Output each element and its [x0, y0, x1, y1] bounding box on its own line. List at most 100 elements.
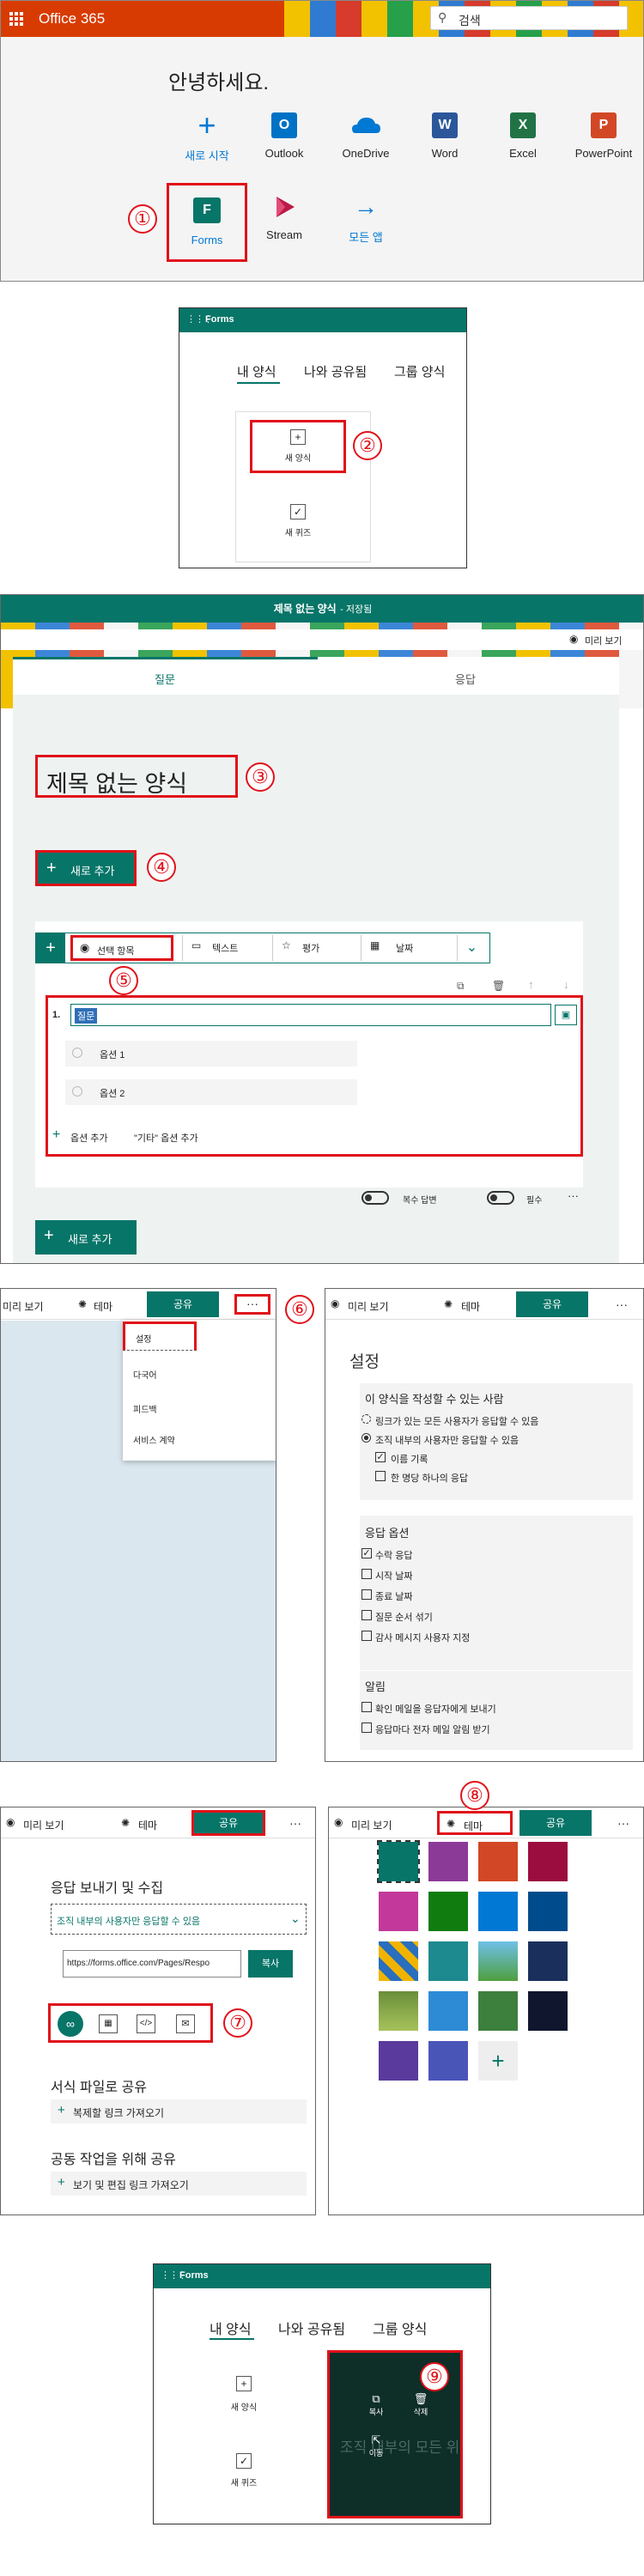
share-button[interactable]: 공유 — [519, 1810, 592, 1836]
checkbox-icon[interactable] — [361, 1722, 372, 1733]
collab-link-button[interactable]: + 보기 및 편집 링크 가져오기 — [51, 2172, 307, 2196]
copy-action[interactable]: ⧉ 복사 — [359, 2392, 393, 2417]
more-button[interactable]: ··· — [234, 1294, 270, 1315]
theme-image-1[interactable] — [379, 1941, 418, 1981]
question-input[interactable]: 질문 — [70, 1004, 551, 1026]
checkbox-icon[interactable] — [361, 1702, 372, 1712]
tab-responses[interactable]: 응답 — [455, 671, 476, 687]
copy-button[interactable]: 복사 — [248, 1950, 293, 1978]
new-form-button[interactable]: + 새 양식 — [250, 420, 346, 473]
type-choice[interactable]: ◉ 선택 항목 — [70, 935, 173, 961]
add-new-button[interactable]: + 새로 추가 — [35, 850, 137, 886]
preview-button[interactable]: 미리 보기 — [348, 1299, 389, 1314]
tab-shared-with-me[interactable]: 나와 공유됨 — [304, 362, 367, 380]
theme-image-3[interactable] — [478, 1941, 518, 1981]
url-field[interactable]: https://forms.office.com/Pages/Respo — [63, 1950, 241, 1978]
add-new-button-bottom[interactable]: + 새로 추가 — [35, 1220, 137, 1255]
app-excel[interactable]: X Excel — [489, 112, 557, 173]
share-button[interactable]: 공유 — [147, 1291, 219, 1317]
qr-code-icon[interactable]: ▦ — [99, 2014, 118, 2033]
checkbox-icon[interactable] — [361, 1569, 372, 1579]
preview-button[interactable]: 미리 보기 — [3, 1299, 44, 1314]
arrow-up-icon[interactable]: ↑ — [528, 978, 534, 991]
theme-button[interactable]: ✺ 테마 — [437, 1811, 513, 1835]
preview-button[interactable]: 미리 보기 — [23, 1818, 64, 1832]
type-date[interactable]: ▦ 날짜 — [361, 935, 451, 961]
theme-image-9[interactable] — [379, 2041, 418, 2081]
checkbox-icon[interactable] — [375, 1471, 386, 1481]
audience-dropdown[interactable]: 조직 내부의 사용자만 응답할 수 있음 ⌄ — [51, 1904, 307, 1935]
app-word[interactable]: W Word — [410, 112, 479, 173]
theme-button[interactable]: 테마 — [461, 1299, 480, 1314]
theme-swatch[interactable] — [377, 1840, 420, 1883]
add-option-button[interactable]: 옵션 추가 — [70, 1131, 108, 1145]
app-onedrive[interactable]: OneDrive — [331, 112, 400, 173]
tab-questions[interactable]: 질문 — [155, 671, 175, 687]
forms-app-title[interactable]: Forms — [179, 2270, 209, 2281]
new-quiz-button[interactable]: ✓ 새 퀴즈 — [250, 497, 346, 550]
add-other-option-button[interactable]: "기타" 옵션 추가 — [134, 1131, 198, 1145]
preview-button[interactable]: 미리 보기 — [351, 1818, 392, 1832]
menu-item-settings[interactable]: 설정 — [123, 1321, 197, 1351]
delete-action[interactable]: 🗑 삭제 — [404, 2392, 438, 2417]
more-button[interactable]: ··· — [617, 1816, 629, 1830]
option-1[interactable]: 옵션 1 — [65, 1041, 357, 1066]
theme-button[interactable]: 테마 — [138, 1818, 157, 1832]
app-new[interactable]: + 새로 시작 — [173, 110, 241, 173]
menu-item-feedback[interactable]: 피드백 — [133, 1402, 157, 1415]
more-button[interactable]: ··· — [289, 1816, 301, 1830]
checkbox-icon[interactable] — [361, 1610, 372, 1620]
theme-swatch[interactable] — [379, 1892, 418, 1931]
copy-icon[interactable]: ⧉ — [457, 980, 465, 993]
checkbox-checked-icon[interactable]: ✓ — [375, 1452, 386, 1462]
trash-icon[interactable]: 🗑 — [492, 980, 505, 992]
brand-title[interactable]: Office 365 — [39, 10, 105, 27]
theme-swatch[interactable] — [528, 1892, 568, 1931]
theme-swatch[interactable] — [478, 1842, 518, 1881]
checkbox-checked-icon[interactable]: ✓ — [361, 1548, 372, 1558]
theme-image-8[interactable] — [528, 1991, 568, 2031]
preview-button[interactable]: 미리 보기 — [585, 634, 623, 647]
tab-group-forms[interactable]: 그룹 양식 — [394, 362, 445, 380]
app-outlook[interactable]: O Outlook — [250, 112, 319, 173]
theme-image-7[interactable] — [478, 1991, 518, 2031]
share-button[interactable]: 공유 — [191, 1810, 265, 1836]
new-form-button[interactable]: + 새 양식 — [210, 2366, 278, 2434]
app-all[interactable]: → 모든 앱 — [331, 194, 400, 254]
tab-group-forms[interactable]: 그룹 양식 — [373, 2318, 427, 2338]
theme-swatch[interactable] — [428, 1892, 468, 1931]
tab-my-forms[interactable]: 내 양식 — [210, 2318, 252, 2338]
plus-icon[interactable]: + — [36, 933, 65, 963]
radio-checked-icon[interactable] — [361, 1433, 371, 1443]
checkbox-icon[interactable] — [361, 1631, 372, 1641]
theme-swatch[interactable] — [428, 1842, 468, 1881]
app-powerpoint[interactable]: P PowerPoint — [568, 112, 640, 173]
type-rating[interactable]: ☆ 평가 — [272, 935, 358, 961]
forms-app-title[interactable]: Forms — [205, 314, 234, 325]
arrow-down-icon[interactable]: ↓ — [563, 978, 569, 991]
tab-shared-with-me[interactable]: 나와 공유됨 — [278, 2318, 345, 2338]
theme-image-4[interactable] — [528, 1941, 568, 1981]
theme-image-6[interactable] — [428, 1991, 468, 2031]
more-options-button[interactable]: ··· — [568, 1189, 579, 1202]
menu-item-multilingual[interactable]: 다국어 — [133, 1368, 157, 1381]
theme-image-10[interactable] — [428, 2041, 468, 2081]
app-launcher-icon[interactable] — [9, 12, 23, 26]
chevron-down-icon[interactable]: ⌄ — [457, 935, 486, 961]
option-2[interactable]: 옵션 2 — [65, 1079, 357, 1105]
theme-swatch[interactable] — [528, 1842, 568, 1881]
app-stream[interactable]: Stream — [250, 194, 319, 254]
checkbox-icon[interactable] — [361, 1589, 372, 1600]
embed-icon[interactable]: </> — [137, 2014, 155, 2033]
radio-icon[interactable] — [361, 1414, 371, 1424]
link-icon[interactable]: ∞ — [58, 2011, 83, 2037]
image-icon[interactable]: ▣ — [555, 1005, 577, 1025]
move-action[interactable]: ⇱ 이동 — [359, 2433, 393, 2458]
required-toggle[interactable] — [487, 1191, 514, 1205]
theme-image-2[interactable] — [428, 1941, 468, 1981]
form-title-field[interactable]: 제목 없는 양식 — [35, 755, 238, 798]
menu-item-service-agreement[interactable]: 서비스 계약 — [133, 1433, 175, 1446]
more-button[interactable]: ··· — [616, 1297, 628, 1311]
email-icon[interactable]: ✉ — [176, 2014, 195, 2033]
share-button[interactable]: 공유 — [516, 1291, 588, 1317]
